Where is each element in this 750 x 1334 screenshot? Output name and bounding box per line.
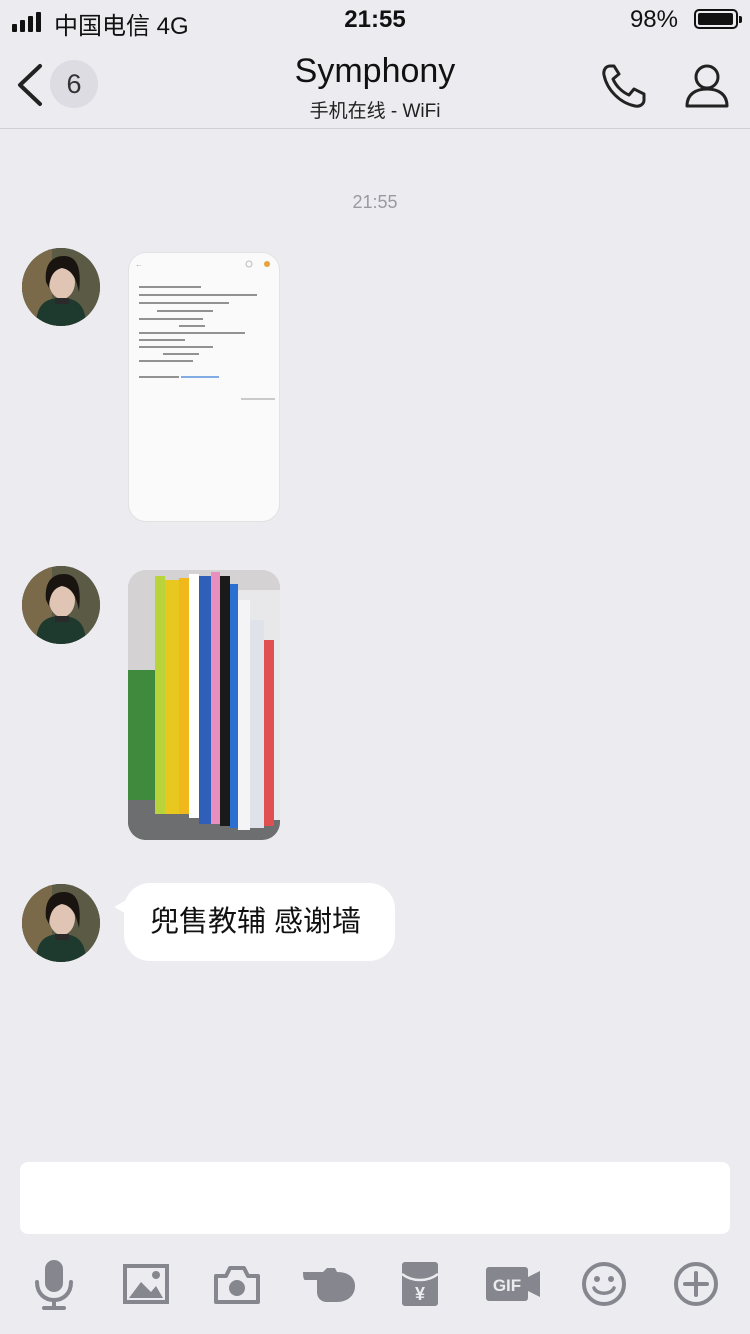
- poke-button[interactable]: [298, 1254, 360, 1314]
- camera-button[interactable]: [207, 1254, 267, 1314]
- text-message-bubble[interactable]: 兜售教辅 感谢墙: [113, 883, 396, 961]
- note-screenshot-thumbnail: ←: [135, 260, 275, 400]
- photo-button[interactable]: [116, 1254, 176, 1314]
- poke-hand-icon: [303, 1268, 355, 1302]
- chat-header: 6 Symphony 手机在线 - WiFi: [0, 40, 750, 129]
- call-button[interactable]: [598, 60, 652, 110]
- sender-avatar[interactable]: [22, 884, 100, 962]
- avatar-photo: [22, 566, 100, 644]
- red-packet-icon: ¥: [401, 1262, 439, 1306]
- contact-profile-button[interactable]: [682, 60, 732, 110]
- avatar-photo: [22, 884, 100, 962]
- more-button[interactable]: [666, 1254, 726, 1314]
- phone-icon: [602, 64, 646, 108]
- message-input[interactable]: [20, 1162, 730, 1234]
- microphone-icon: [35, 1260, 73, 1310]
- input-toolbar: ¥ GIF: [0, 1254, 750, 1314]
- books-photo-thumbnail: [128, 570, 280, 840]
- gif-label: GIF: [493, 1276, 521, 1295]
- emoji-button[interactable]: [574, 1254, 634, 1314]
- yuan-symbol: ¥: [415, 1284, 425, 1304]
- sender-avatar[interactable]: [22, 566, 100, 644]
- battery-icon: [694, 9, 742, 29]
- image-icon: [123, 1264, 169, 1304]
- camera-icon: [214, 1266, 260, 1304]
- gif-icon: GIF: [486, 1267, 540, 1301]
- svg-text:←: ←: [135, 260, 143, 269]
- avatar-photo: [22, 248, 100, 326]
- message-timestamp: 21:55: [352, 192, 398, 212]
- voice-button[interactable]: [24, 1254, 84, 1314]
- image-message[interactable]: ←: [128, 252, 280, 522]
- emoji-icon: [582, 1262, 626, 1306]
- contact-profile-icon: [685, 64, 729, 108]
- sender-avatar[interactable]: [22, 248, 100, 326]
- plus-icon: [674, 1262, 718, 1306]
- battery-percent: 98%: [629, 6, 678, 33]
- gif-button[interactable]: GIF: [482, 1254, 544, 1314]
- image-message[interactable]: [128, 570, 280, 840]
- red-packet-button[interactable]: ¥: [390, 1254, 450, 1314]
- status-bar: 中国电信 4G 21:55 98%: [0, 0, 750, 40]
